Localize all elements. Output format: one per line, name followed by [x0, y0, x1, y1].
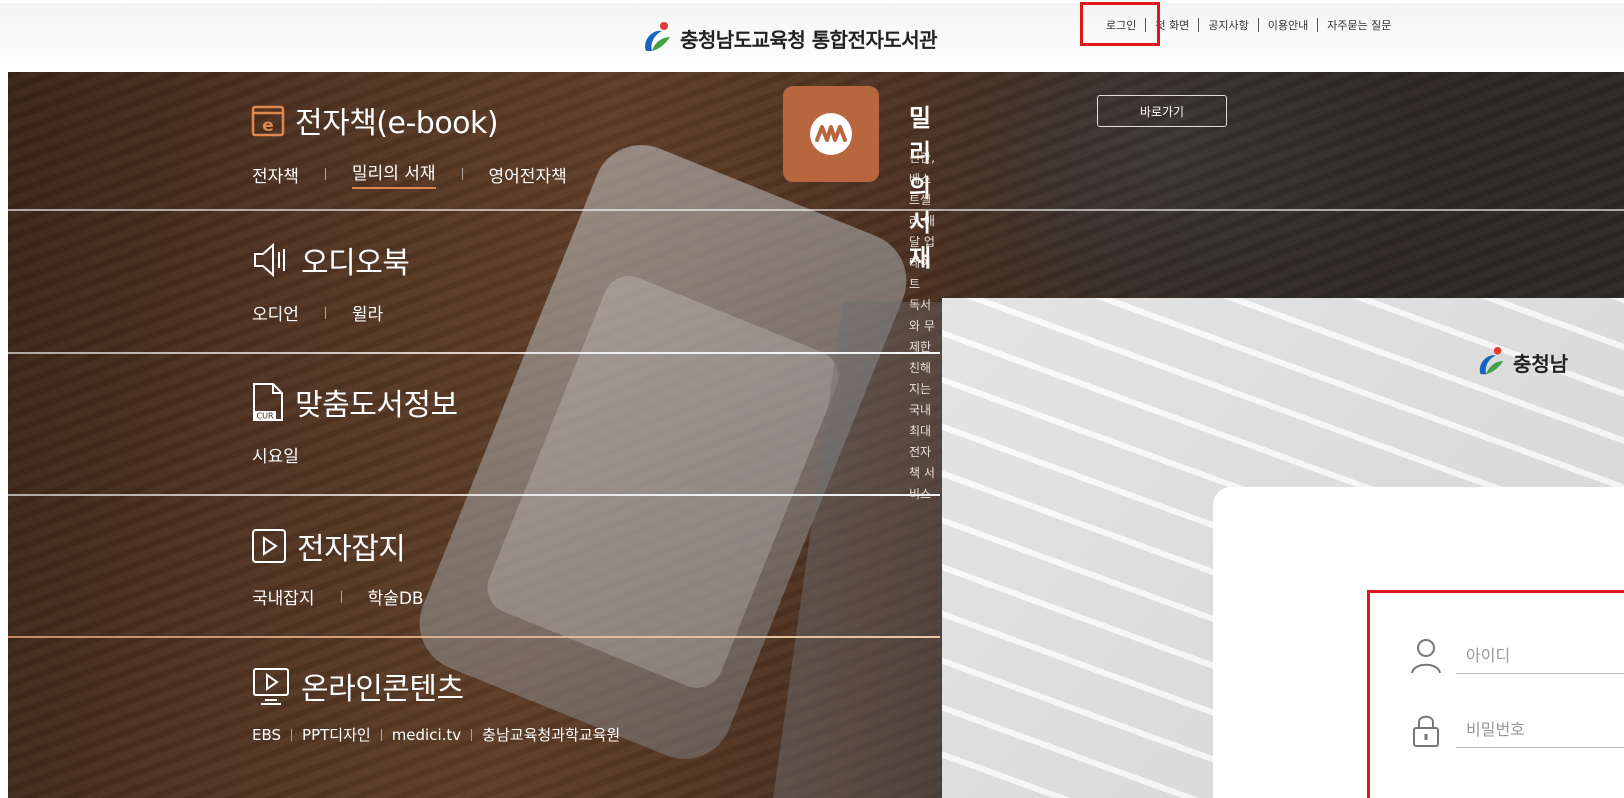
millie-go-button[interactable]: 바로가기: [1097, 95, 1227, 127]
sub-academic-db[interactable]: 학술DB: [368, 584, 424, 609]
notice-link[interactable]: 공지사항: [1199, 17, 1257, 33]
password-field: [1408, 712, 1624, 748]
audiobook-section: 오디오북 오디언 윌라: [8, 212, 940, 352]
guide-link[interactable]: 이용안내: [1259, 17, 1317, 33]
custom-book-section: CUR 맞춤도서정보 시요일: [8, 354, 940, 494]
millie-app-icon[interactable]: [783, 86, 879, 182]
home-link[interactable]: 첫 화면: [1146, 17, 1198, 33]
user-icon: [1408, 638, 1444, 674]
online-contents-section: 온라인콘텐츠 EBS PPT디자인 medici.tv 충남교육청과학교육원: [8, 638, 940, 778]
millie-logo-icon: [810, 113, 852, 155]
lock-icon: [1408, 712, 1444, 748]
magazine-title[interactable]: 전자잡지: [251, 524, 406, 568]
play-box-icon: [252, 529, 286, 563]
login-modal-logo: 충청남: [1475, 346, 1568, 378]
speaker-icon: [254, 242, 285, 278]
education-office-logo-icon: [1479, 346, 1504, 375]
monitor-play-icon: [253, 668, 289, 705]
utility-nav: 로그인 첫 화면 공지사항 이용안내 자주묻는 질문: [1097, 17, 1400, 33]
section-divider: [8, 209, 1624, 211]
sub-siyoil[interactable]: 시요일: [252, 442, 299, 467]
sub-medici[interactable]: medici.tv: [392, 726, 461, 744]
education-office-logo-icon: [645, 22, 670, 51]
custom-book-title[interactable]: CUR 맞춤도서정보: [251, 380, 458, 424]
password-input[interactable]: [1456, 712, 1624, 748]
svg-text:e: e: [262, 116, 274, 136]
sub-english-ebook[interactable]: 영어전자책: [489, 162, 567, 187]
faq-link[interactable]: 자주묻는 질문: [1318, 17, 1400, 33]
sub-ebook[interactable]: 전자책: [252, 162, 299, 187]
ebook-title[interactable]: e 전자책(e-book): [251, 98, 499, 142]
login-link[interactable]: 로그인: [1097, 17, 1145, 33]
site-logo[interactable]: 충청남도교육청 통합전자도서관: [640, 21, 938, 55]
sub-ppt-design[interactable]: PPT디자인: [302, 724, 371, 745]
id-field: [1408, 638, 1624, 674]
ebook-icon: e: [251, 105, 285, 137]
id-input[interactable]: [1456, 638, 1624, 674]
sub-welaaa[interactable]: 윌라: [352, 300, 383, 325]
svg-text:CUR: CUR: [257, 412, 274, 421]
sub-domestic-magazine[interactable]: 국내잡지: [252, 584, 315, 609]
sub-audien[interactable]: 오디언: [252, 300, 299, 325]
audiobook-title[interactable]: 오디오북: [251, 238, 410, 282]
magazine-section: 전자잡지 국내잡지 학술DB: [8, 496, 940, 636]
online-contents-subs: EBS PPT디자인 medici.tv 충남교육청과학교육원: [252, 724, 620, 745]
ebook-section: e 전자책(e-book) 전자책 밀리의 서재 영어전자책 밀리의 서재 바로…: [8, 72, 1227, 501]
sub-science-education[interactable]: 충남교육청과학교육원: [482, 724, 620, 745]
online-contents-title[interactable]: 온라인콘텐츠: [251, 664, 464, 708]
site-logo-text: 충청남도교육청 통합전자도서관: [680, 27, 938, 52]
document-cur-icon: CUR: [253, 383, 283, 421]
audiobook-subs: 오디언 윌라: [252, 300, 383, 325]
magazine-subs: 국내잡지 학술DB: [252, 584, 424, 609]
sub-millie[interactable]: 밀리의 서재: [351, 159, 436, 189]
top-header: 충청남도교육청 통합전자도서관 로그인 첫 화면 공지사항 이용안내 자주묻는 …: [0, 0, 1624, 72]
ebook-subs: 전자책 밀리의 서재 영어전자책: [252, 159, 567, 189]
sub-ebs[interactable]: EBS: [252, 726, 281, 744]
custom-book-subs: 시요일: [252, 442, 299, 467]
